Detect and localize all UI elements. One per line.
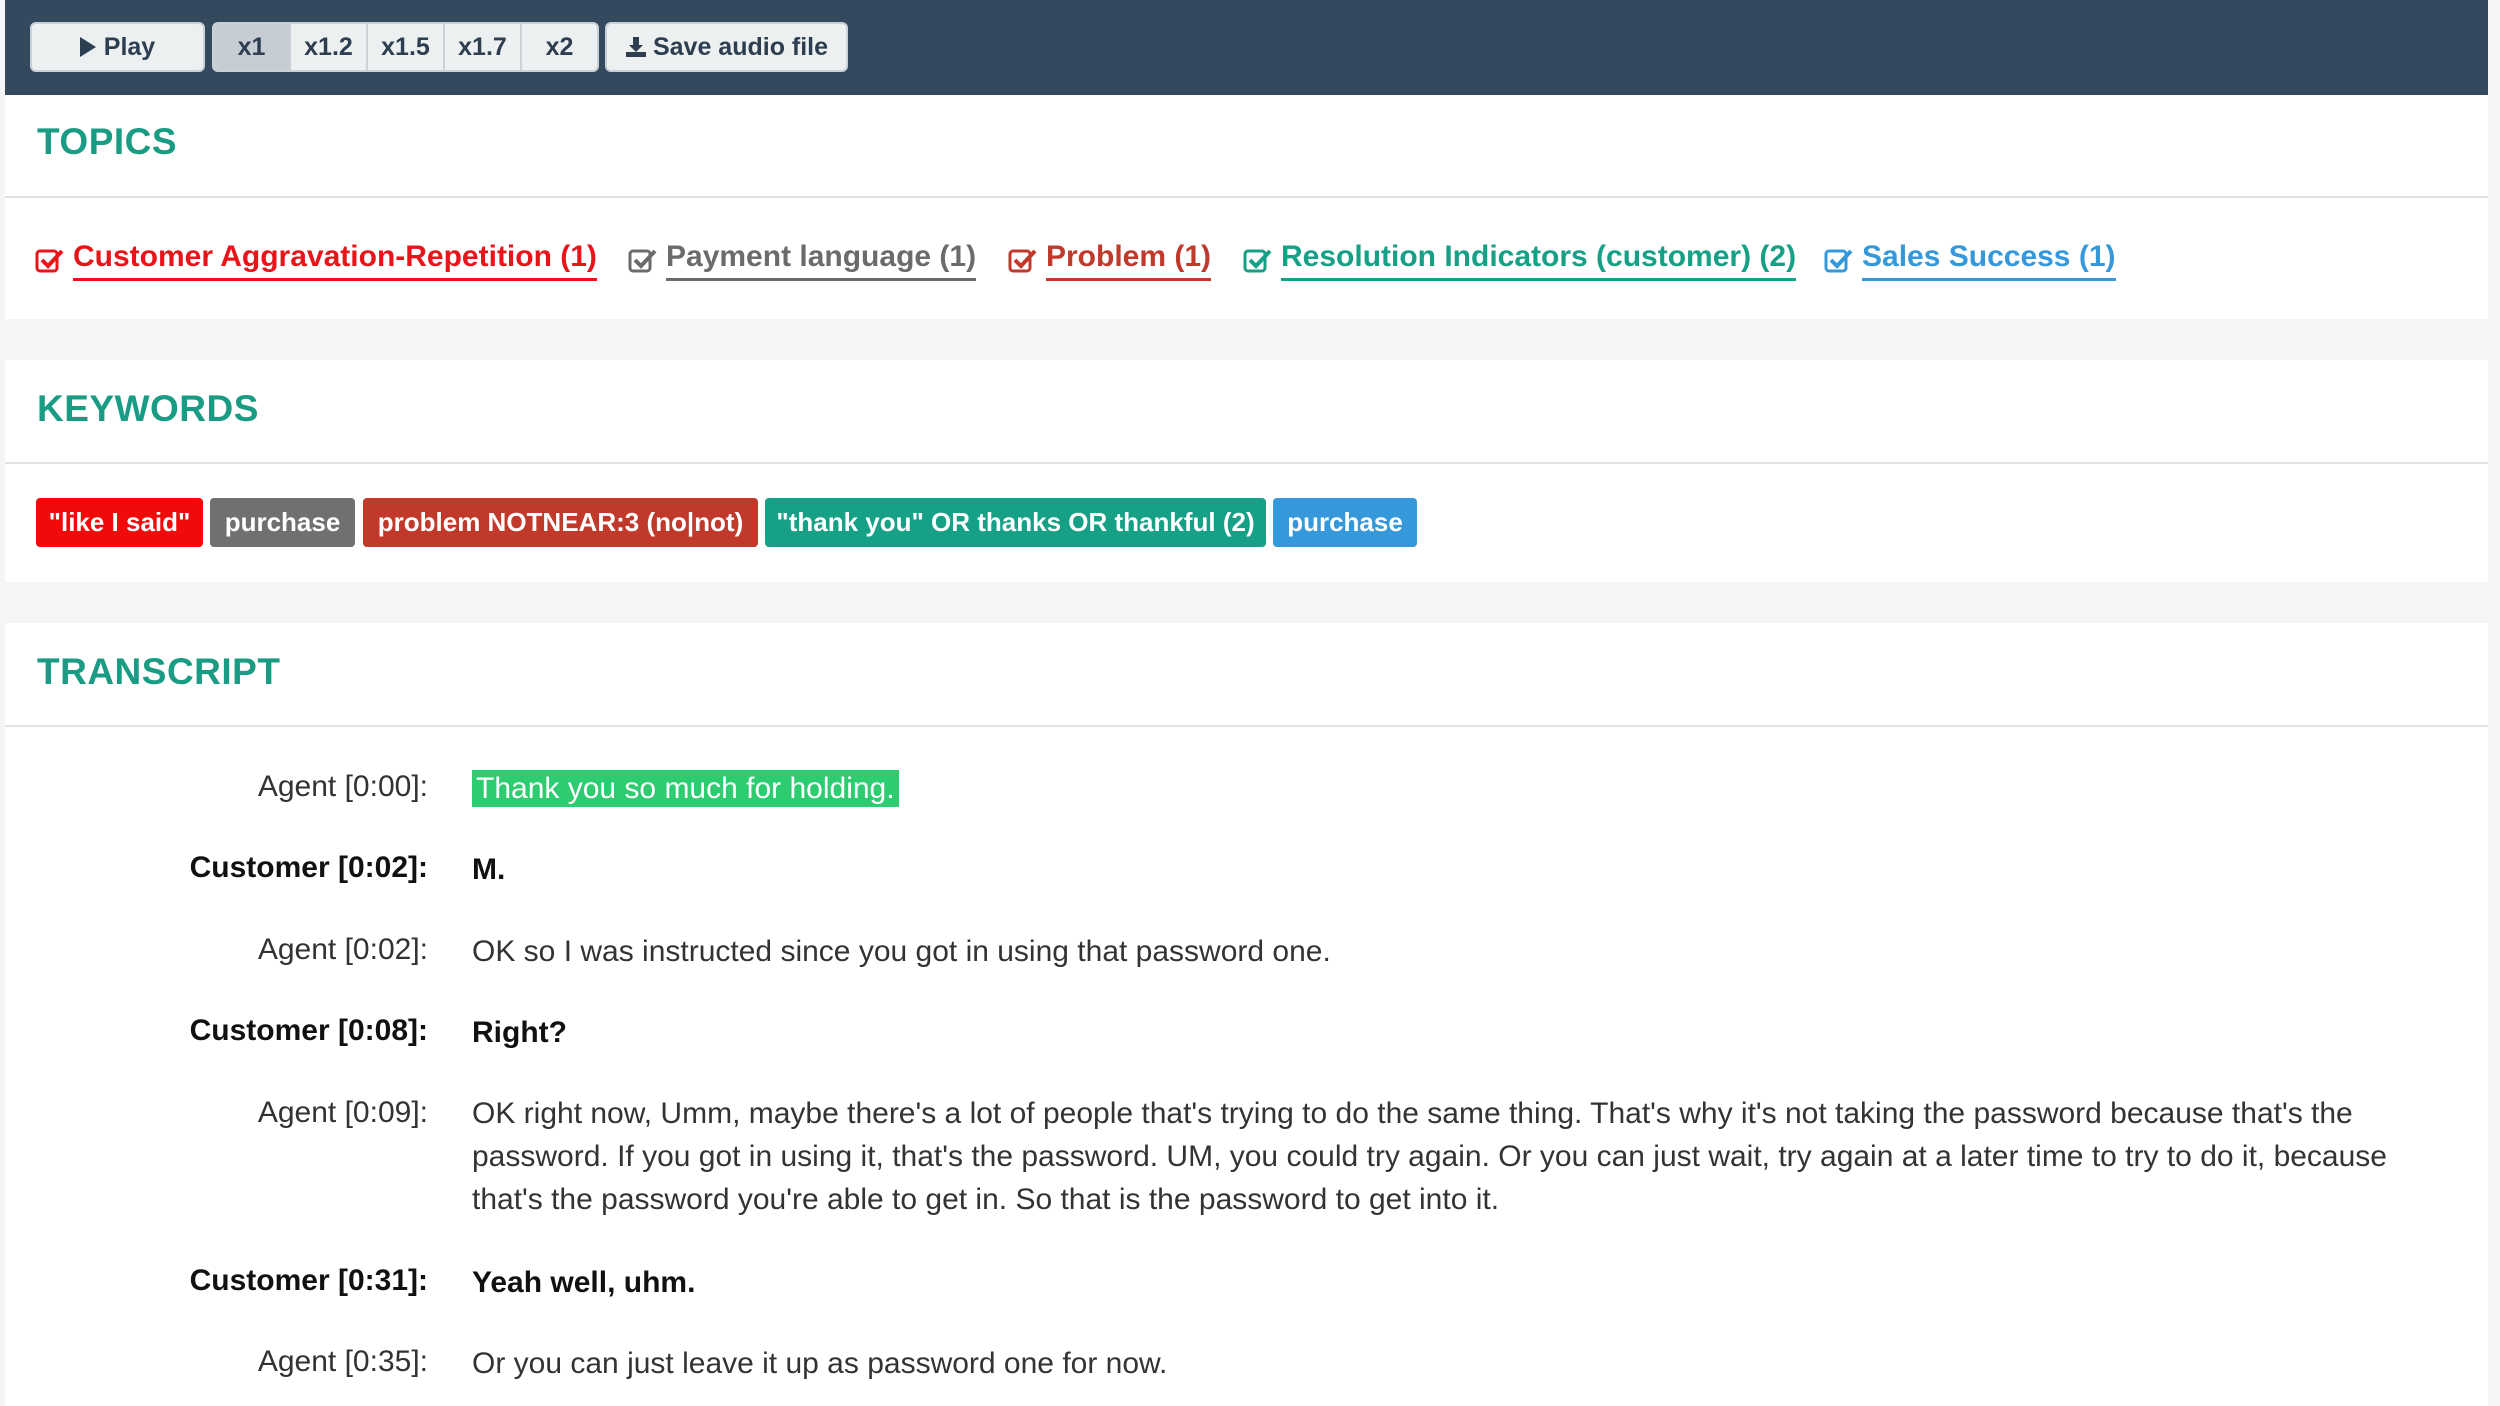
utterance-text: OK so I was instructed since you got in … xyxy=(472,935,1331,968)
topic-customer-aggravation[interactable]: Customer Aggravation-Repetition (1) xyxy=(35,235,597,285)
utterance-text: Yeah well, uhm. xyxy=(472,1266,696,1299)
keywords-title: KEYWORDS xyxy=(37,388,259,429)
topic-label: Customer Aggravation-Repetition (1) xyxy=(73,240,597,281)
save-audio-button[interactable]: Save audio file xyxy=(605,22,848,72)
utterance-text: OK right now, Umm, maybe there's a lot o… xyxy=(472,1097,2387,1216)
topic-label: Problem (1) xyxy=(1046,240,1212,281)
download-icon xyxy=(625,37,646,57)
topic-sales-success[interactable]: Sales Success (1) xyxy=(1824,235,2116,285)
utterance-text: Or you can just leave it up as password … xyxy=(472,1347,1168,1380)
play-icon xyxy=(79,37,96,57)
speaker-label: Agent [0:02]: xyxy=(257,933,428,966)
utterance-text: M. xyxy=(472,853,506,886)
keyword-badge: problem NOTNEAR:3 (no|not) xyxy=(363,498,758,547)
speed-button-x1-2[interactable]: x1.2 xyxy=(291,24,368,70)
speaker-label: Agent [0:09]: xyxy=(257,1096,428,1129)
checkbox-checked-icon xyxy=(1824,249,1853,273)
play-label: Play xyxy=(103,32,156,61)
topic-label: Payment language (1) xyxy=(666,240,977,281)
speed-button-x1[interactable]: x1 xyxy=(214,24,291,70)
speaker-label: Customer [0:08]: xyxy=(189,1014,428,1047)
keyword-badge: purchase xyxy=(1273,498,1417,547)
checkbox-checked-icon xyxy=(1008,249,1037,273)
keyword-highlight: Thank you so much for holding. xyxy=(472,770,899,807)
speed-button-x1-5[interactable]: x1.5 xyxy=(368,24,445,70)
transcript-title: TRANSCRIPT xyxy=(37,651,281,692)
speaker-label: Customer [0:31]: xyxy=(189,1264,428,1297)
keywords-panel: KEYWORDS xyxy=(5,360,2488,582)
topics-title: TOPICS xyxy=(37,121,178,162)
topic-label: Resolution Indicators (customer) (2) xyxy=(1281,240,1797,281)
topic-label: Sales Success (1) xyxy=(1862,240,2116,281)
speaker-label: Agent [0:35]: xyxy=(257,1345,428,1378)
topic-problem[interactable]: Problem (1) xyxy=(1008,235,1212,285)
keyword-badge: "like I said" xyxy=(36,498,203,547)
save-audio-label: Save audio file xyxy=(652,32,829,61)
play-button[interactable]: Play xyxy=(30,22,205,72)
topics-divider xyxy=(5,196,2488,198)
checkbox-checked-icon xyxy=(1243,249,1272,273)
topic-payment-language[interactable]: Payment language (1) xyxy=(628,235,977,285)
keyword-badge: "thank you" OR thanks OR thankful (2) xyxy=(765,498,1266,547)
utterance-text: Thank you so much for holding. xyxy=(472,767,2462,810)
transcript-divider xyxy=(5,725,2488,727)
keyword-badge: purchase xyxy=(210,498,355,547)
checkbox-checked-icon xyxy=(35,249,64,273)
topic-resolution-indicators[interactable]: Resolution Indicators (customer) (2) xyxy=(1243,235,1797,285)
speed-button-x1-7[interactable]: x1.7 xyxy=(445,24,522,70)
playback-speed-group: x1 x1.2 x1.5 x1.7 x2 xyxy=(212,22,599,72)
topics-panel: TOPICS xyxy=(5,95,2488,319)
speaker-label: Agent [0:00]: xyxy=(257,770,428,803)
audio-toolbar: Play x1 x1.2 x1.5 x1.7 x2 Save audio fil… xyxy=(5,0,2488,95)
speed-button-x2[interactable]: x2 xyxy=(522,24,597,70)
keywords-divider xyxy=(5,462,2488,464)
checkbox-checked-icon xyxy=(628,249,657,273)
utterance-text: Right? xyxy=(472,1016,567,1049)
speaker-label: Customer [0:02]: xyxy=(189,851,428,884)
